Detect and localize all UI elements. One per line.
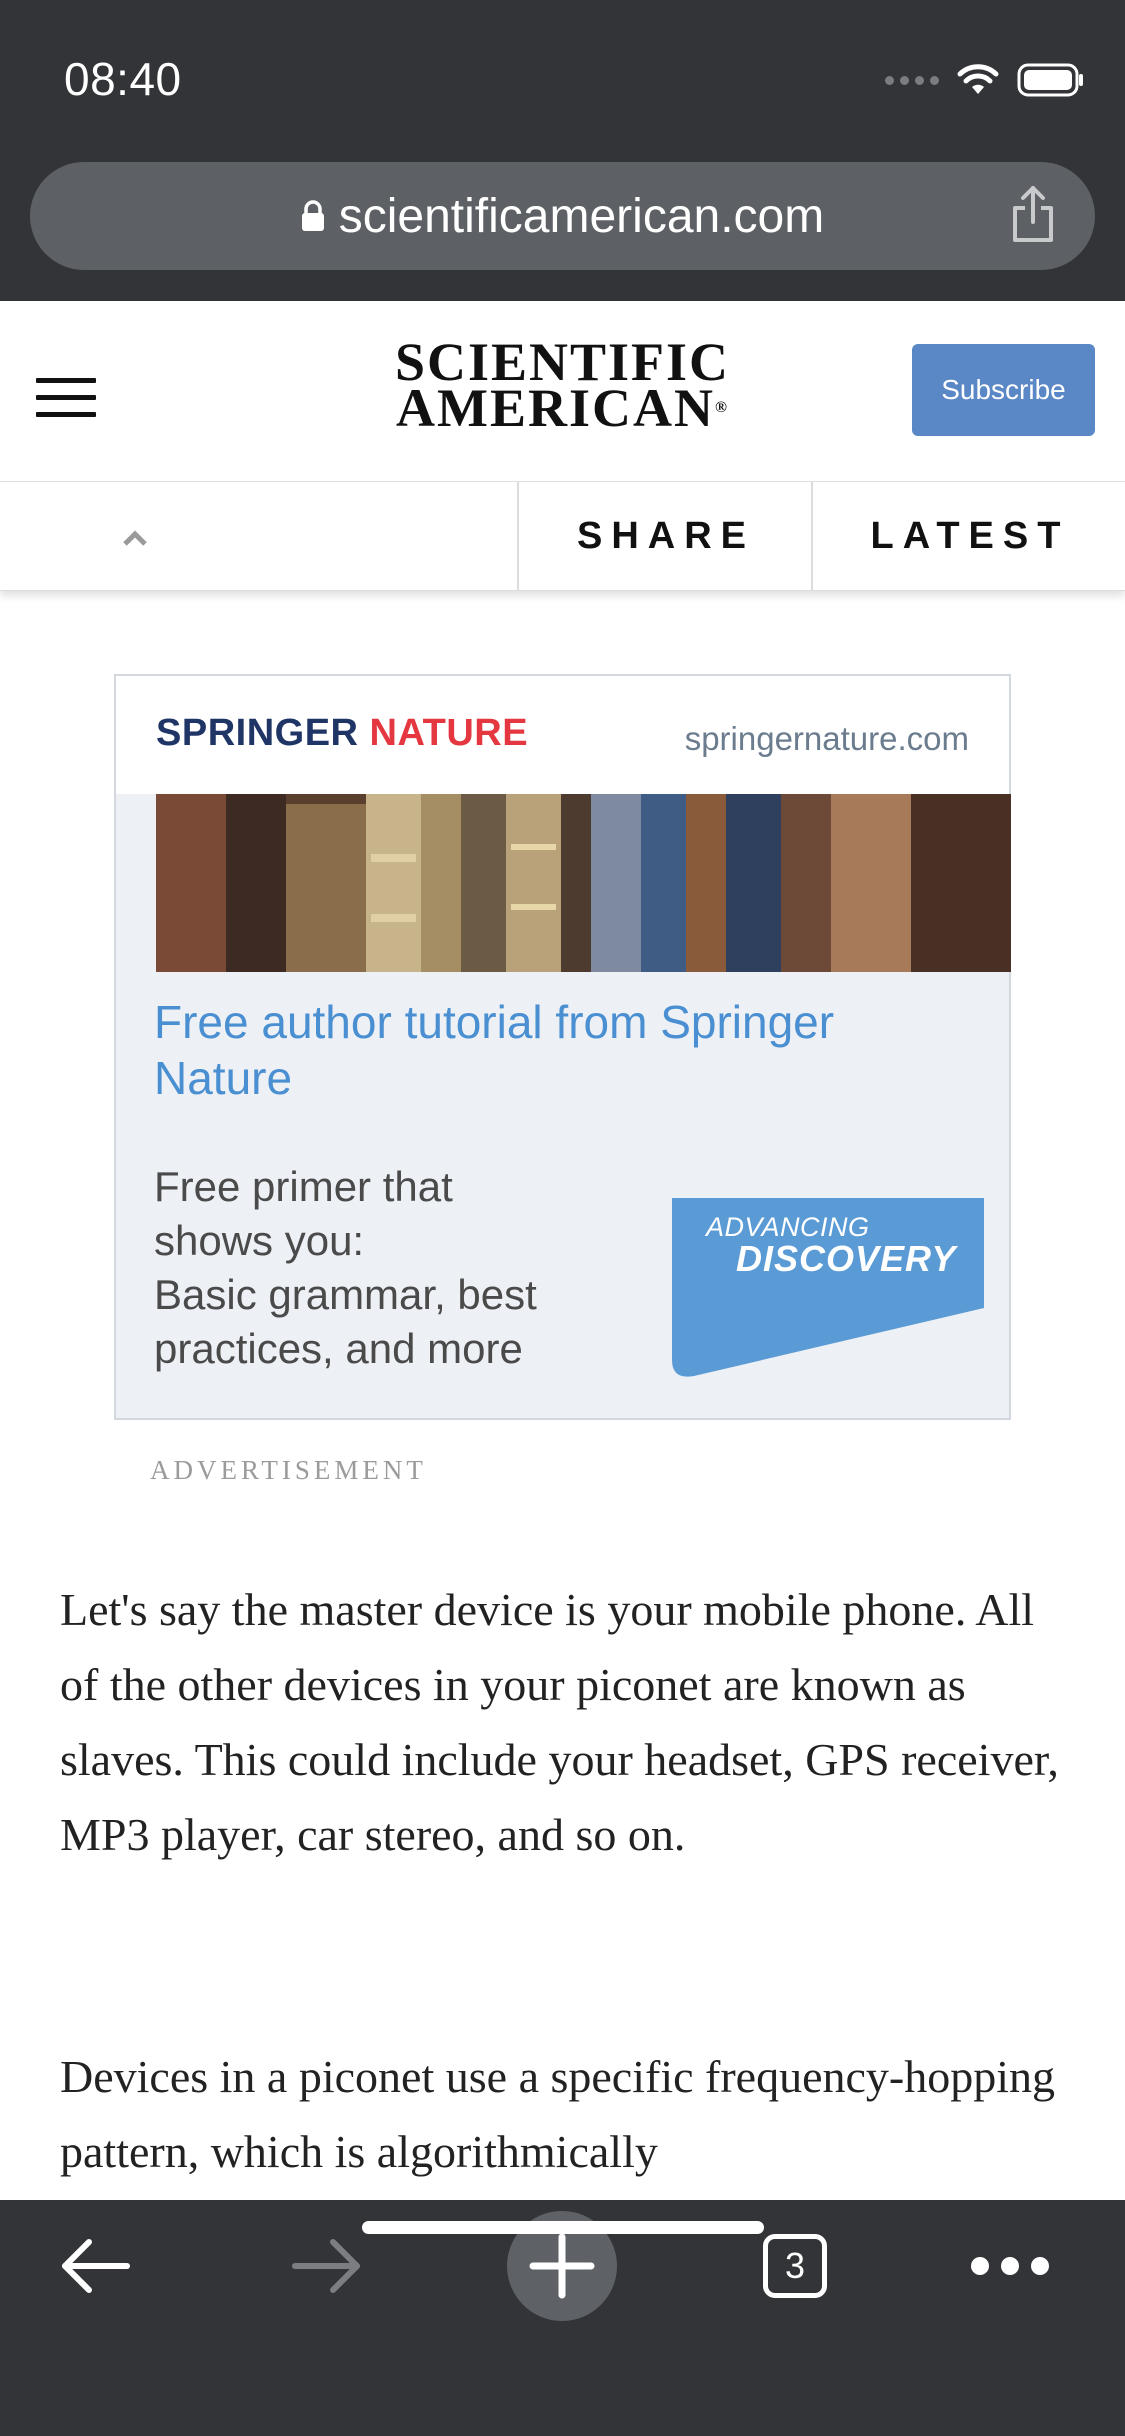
advertisement-label: ADVERTISEMENT xyxy=(150,1455,427,1485)
article-paragraph: Let's say the master device is your mobi… xyxy=(60,1584,1059,1860)
browser-bottom-toolbar: 3 xyxy=(0,2200,1125,2436)
browser-top-chrome: 08:40 scientificamerican.com xyxy=(0,0,1125,301)
more-button[interactable] xyxy=(955,2200,1065,2332)
latest-button[interactable]: LATEST xyxy=(811,482,1125,590)
subscribe-button[interactable]: Subscribe xyxy=(912,344,1095,436)
status-time: 08:40 xyxy=(64,53,182,105)
collapse-toggle[interactable] xyxy=(0,482,517,590)
advertisement-banner[interactable]: SPRINGER NATURE springernature.com Free … xyxy=(114,674,1011,1420)
ad-brand-logo: SPRINGER NATURE xyxy=(156,712,529,754)
logo-line-2: AMERICAN xyxy=(396,378,716,438)
url-text: scientificamerican.com xyxy=(338,189,825,243)
forward-button[interactable] xyxy=(272,2200,382,2332)
article-toolbar: SHARE LATEST xyxy=(0,482,1125,591)
back-button[interactable] xyxy=(40,2200,150,2332)
share-button[interactable]: SHARE xyxy=(517,482,813,590)
ad-books-image xyxy=(156,794,1011,972)
tabs-icon: 3 xyxy=(763,2234,827,2298)
lock-icon xyxy=(301,200,324,231)
home-indicator[interactable] xyxy=(362,2221,764,2234)
battery-icon xyxy=(1017,63,1083,97)
article-paragraph: Devices in a piconet use a specific freq… xyxy=(60,2051,1055,2177)
ad-headline: Free author tutorial from Springer Natur… xyxy=(154,996,835,1104)
site-header: SCIENTIFIC AMERICAN® Subscribe xyxy=(0,301,1125,483)
forward-arrow-icon xyxy=(292,2239,360,2293)
ad-domain: springernature.com xyxy=(684,720,969,757)
plus-icon xyxy=(529,2233,595,2299)
status-icons xyxy=(885,60,1085,100)
advancing-discovery-badge: ADVANCING DISCOVERY xyxy=(672,1198,984,1378)
more-icon xyxy=(971,2257,1049,2275)
chevron-up-icon xyxy=(123,530,147,546)
ad-body-text: Free primer that shows you: Basic gramma… xyxy=(154,1163,537,1372)
registered-mark: ® xyxy=(715,399,729,416)
back-arrow-icon xyxy=(62,2239,130,2293)
ad-header: SPRINGER NATURE springernature.com xyxy=(116,676,1009,794)
signal-icon xyxy=(885,75,939,85)
address-bar[interactable]: scientificamerican.com xyxy=(30,162,1095,270)
new-tab-button[interactable] xyxy=(506,2200,618,2332)
tabs-button[interactable]: 3 xyxy=(740,2200,850,2332)
share-icon[interactable] xyxy=(1011,184,1055,244)
wifi-icon xyxy=(957,64,999,94)
